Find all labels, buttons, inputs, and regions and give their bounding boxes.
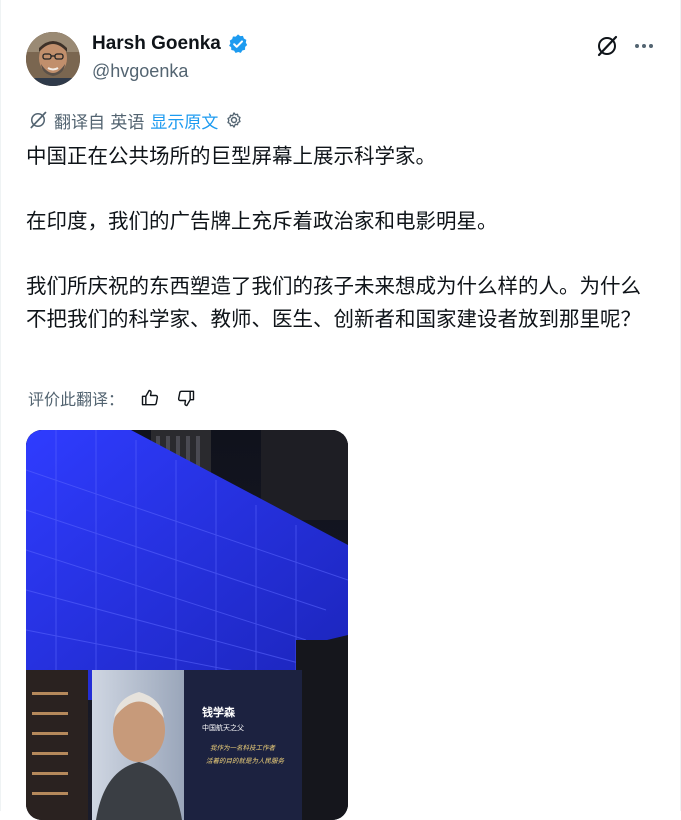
avatar[interactable]: [26, 32, 80, 86]
more-icon: [635, 44, 653, 48]
author-name[interactable]: Harsh Goenka: [92, 33, 221, 55]
building-photo: 钱学森 中国航天之父 我作为一名科技工作者 活着的目的就是为人民服务: [26, 430, 348, 820]
author-row: Harsh Goenka: [92, 33, 249, 55]
screen-quote-1-text: 我作为一名科技工作者: [210, 744, 277, 752]
more-button[interactable]: [630, 32, 658, 60]
tweet-paragraph-1: 中国正在公共场所的巨型屏幕上展示科学家。: [26, 144, 436, 168]
avatar-image: [26, 32, 80, 86]
thumbs-up-button[interactable]: [138, 386, 162, 410]
translation-row: 翻译自 英语 显示原文: [28, 108, 244, 133]
rate-translation-row: 评价此翻译：: [28, 385, 198, 411]
grok-icon: [597, 35, 618, 57]
thumbs-down-button[interactable]: [174, 386, 198, 410]
show-original-link[interactable]: 显示原文: [150, 108, 218, 133]
screen-name-text: 钱学森: [202, 705, 236, 719]
tweet-media-image[interactable]: 钱学森 中国航天之父 我作为一名科技工作者 活着的目的就是为人民服务: [26, 430, 348, 820]
tweet-card: Harsh Goenka @hvgoenka 翻译自 英语 显示原文 中国正在公…: [0, 0, 681, 820]
card-border-left: [0, 0, 1, 811]
translated-from-label: 翻译自 英语: [54, 112, 145, 133]
gear-icon[interactable]: [224, 110, 244, 130]
tweet-paragraph-2: 在印度，我们的广告牌上充斥着政治家和电影明星。: [26, 209, 498, 233]
verified-badge-icon: [228, 34, 247, 53]
screen-title-text: 中国航天之父: [202, 723, 244, 732]
grok-button[interactable]: [593, 32, 621, 60]
tweet-paragraph-3: 我们所庆祝的东西塑造了我们的孩子未来想成为什么样的人。为什么不把我们的科学家、教…: [26, 274, 641, 331]
thumbs-up-icon: [141, 389, 159, 406]
tweet-text: 中国正在公共场所的巨型屏幕上展示科学家。 在印度，我们的广告牌上充斥着政治家和电…: [26, 140, 661, 335]
translate-icon: [30, 111, 47, 129]
thumbs-down-icon: [177, 390, 195, 407]
rate-translation-label: 评价此翻译：: [28, 390, 125, 409]
author-handle[interactable]: @hvgoenka: [92, 61, 188, 82]
screen-quote-2-text: 活着的目的就是为人民服务: [206, 757, 285, 765]
